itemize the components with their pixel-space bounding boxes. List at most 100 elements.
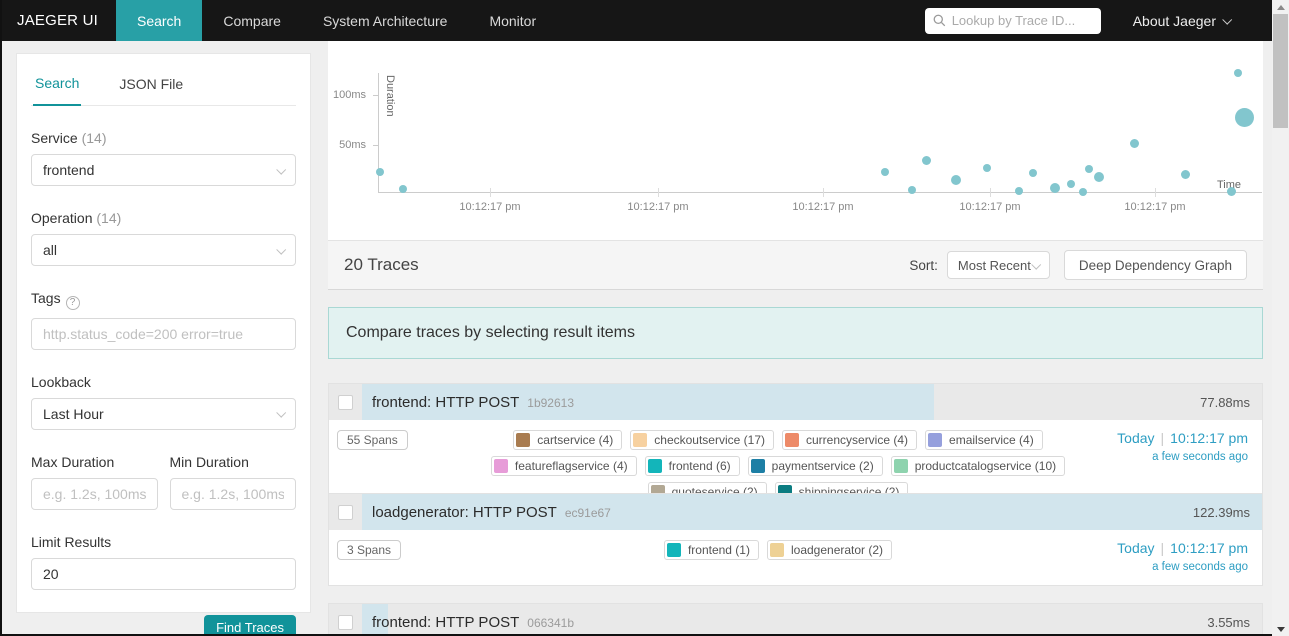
lookback-field: Lookback Last Hour — [31, 374, 296, 430]
span-count-pill: 55 Spans — [337, 430, 408, 450]
scatter-point[interactable] — [1029, 169, 1037, 177]
about-jaeger-menu[interactable]: About Jaeger — [1133, 13, 1233, 29]
scatter-point[interactable] — [399, 185, 407, 193]
min-duration-input[interactable] — [169, 477, 296, 510]
chevron-down-icon — [276, 407, 287, 418]
lookback-select[interactable]: Last Hour — [31, 397, 296, 430]
navbar-right: Lookup by Trace ID... About Jaeger — [924, 7, 1272, 34]
operation-select[interactable]: all — [31, 234, 296, 266]
tags-input[interactable] — [31, 317, 296, 350]
deep-dependency-graph-button[interactable]: Deep Dependency Graph — [1063, 250, 1247, 280]
scatter-point[interactable] — [1234, 69, 1242, 77]
scatter-point[interactable] — [983, 164, 991, 172]
service-tag: productcatalogservice (10) — [890, 456, 1066, 476]
trace-time: 10:12:17 pm — [1170, 430, 1248, 446]
trace-compare-checkbox[interactable] — [338, 394, 353, 410]
x-tick — [1155, 188, 1156, 197]
scatter-point[interactable] — [1079, 188, 1087, 196]
service-tag: loadgenerator (2) — [766, 540, 893, 560]
scatter-point[interactable] — [1085, 165, 1093, 173]
scatter-point[interactable] — [881, 168, 889, 176]
service-tag-label: emailservice (4) — [949, 433, 1034, 447]
service-tag-label: featureflagservice (4) — [514, 459, 628, 473]
x-axis-line — [378, 192, 1262, 193]
trace-id-search-input[interactable]: Lookup by Trace ID... — [924, 7, 1101, 34]
trace-compare-checkbox[interactable] — [338, 504, 353, 520]
scatter-point[interactable] — [1180, 169, 1190, 179]
find-traces-button[interactable]: Find Traces — [204, 614, 296, 636]
trace-time: 10:12:17 pm — [1170, 540, 1248, 556]
scrollbar-up-arrow[interactable] — [1272, 0, 1289, 14]
tags-label: Tags — [31, 290, 61, 306]
trace-header-link[interactable]: frontend: HTTP POST 1b92613 77.88ms — [329, 384, 1262, 420]
scatter-point[interactable] — [376, 168, 384, 176]
scatter-point[interactable] — [1015, 187, 1023, 195]
service-label: Service — [31, 130, 78, 146]
nav-item-compare[interactable]: Compare — [202, 0, 302, 41]
x-tick-label: 10:12:17 pm — [792, 201, 854, 213]
limit-results-input[interactable] — [31, 557, 296, 590]
scrollbar-thumb[interactable] — [1273, 14, 1288, 128]
max-duration-input[interactable] — [31, 477, 158, 510]
nav-item-monitor[interactable]: Monitor — [468, 0, 557, 41]
trace-compare-checkbox[interactable] — [338, 614, 353, 630]
service-select[interactable]: frontend — [31, 154, 296, 186]
sort-select-value: Most Recent — [957, 257, 1031, 273]
service-color-chip — [633, 433, 648, 447]
scatter-point[interactable] — [1226, 186, 1236, 196]
trace-id: 1b92613 — [527, 395, 574, 410]
scatter-point[interactable] — [1234, 107, 1254, 127]
service-count: (14) — [81, 130, 107, 146]
trace-header-link[interactable]: loadgenerator: HTTP POST ec91e67 122.39ms — [329, 494, 1262, 530]
sort-select[interactable]: Most Recent — [946, 251, 1050, 279]
scatter-point[interactable] — [951, 175, 961, 185]
span-count-pill: 3 Spans — [337, 540, 402, 560]
scatter-point[interactable] — [1094, 172, 1104, 182]
trace-title: frontend: HTTP POST — [372, 393, 520, 411]
trace-duration: 122.39ms — [1192, 504, 1250, 520]
service-color-chip — [493, 459, 508, 473]
service-color-chip — [785, 433, 799, 447]
y-tick-label: 50ms — [339, 139, 366, 151]
sidebar-tab-json-file[interactable]: JSON File — [117, 62, 185, 105]
y-tick — [373, 145, 379, 146]
service-color-chip — [516, 433, 531, 447]
scatter-point[interactable] — [1067, 180, 1075, 188]
scatter-point[interactable] — [1050, 183, 1060, 193]
x-tick — [658, 188, 659, 197]
duration-fields: Max Duration Min Duration — [31, 454, 296, 510]
sidebar-tab-search[interactable]: Search — [33, 61, 82, 106]
service-tag: frontend (1) — [663, 540, 759, 560]
service-color-chip — [769, 543, 784, 557]
nav-item-system-architecture[interactable]: System Architecture — [302, 0, 469, 41]
service-tag-label: currencyservice (4) — [806, 433, 909, 447]
chevron-down-icon — [1031, 259, 1042, 270]
trace-header-link[interactable]: frontend: HTTP POST 066341b 3.55ms — [329, 604, 1262, 636]
service-tag-label: frontend (6) — [668, 459, 731, 473]
page-scrollbar[interactable] — [1272, 0, 1289, 636]
trace-relative-time: a few seconds ago — [1152, 451, 1248, 463]
service-tag-label: loadgenerator (2) — [790, 543, 884, 557]
scatter-point[interactable] — [1129, 138, 1139, 148]
service-color-chip — [928, 433, 943, 447]
window-edge-left — [0, 0, 2, 636]
nav-item-search[interactable]: Search — [115, 0, 203, 41]
scrollbar-down-arrow[interactable] — [1272, 622, 1289, 636]
x-tick-label: 10:12:17 pm — [627, 201, 689, 213]
y-tick-label: 100ms — [332, 89, 366, 101]
operation-select-value: all — [43, 242, 58, 258]
min-duration-label: Min Duration — [169, 453, 249, 470]
scatter-point[interactable] — [908, 186, 916, 194]
service-tag-list: cartservice (4) checkoutservice (17) curre… — [489, 430, 1067, 502]
operation-label: Operation — [31, 210, 93, 226]
compare-traces-banner: Compare traces by selecting result items — [328, 307, 1263, 359]
jaeger-logo[interactable]: JAEGER UI — [0, 12, 116, 29]
service-color-chip — [647, 459, 662, 473]
help-question-icon[interactable]: ? — [65, 295, 80, 310]
trace-date: Today — [1117, 430, 1155, 446]
service-tag-label: productcatalogservice (10) — [914, 459, 1057, 473]
limit-field: Limit Results — [31, 534, 296, 590]
scatter-point[interactable] — [921, 155, 931, 165]
tags-field: Tags? — [31, 290, 296, 350]
duration-scatter-plot: Duration Time 100ms 50ms 10:12:17 pm 10:12:… — [328, 41, 1263, 240]
